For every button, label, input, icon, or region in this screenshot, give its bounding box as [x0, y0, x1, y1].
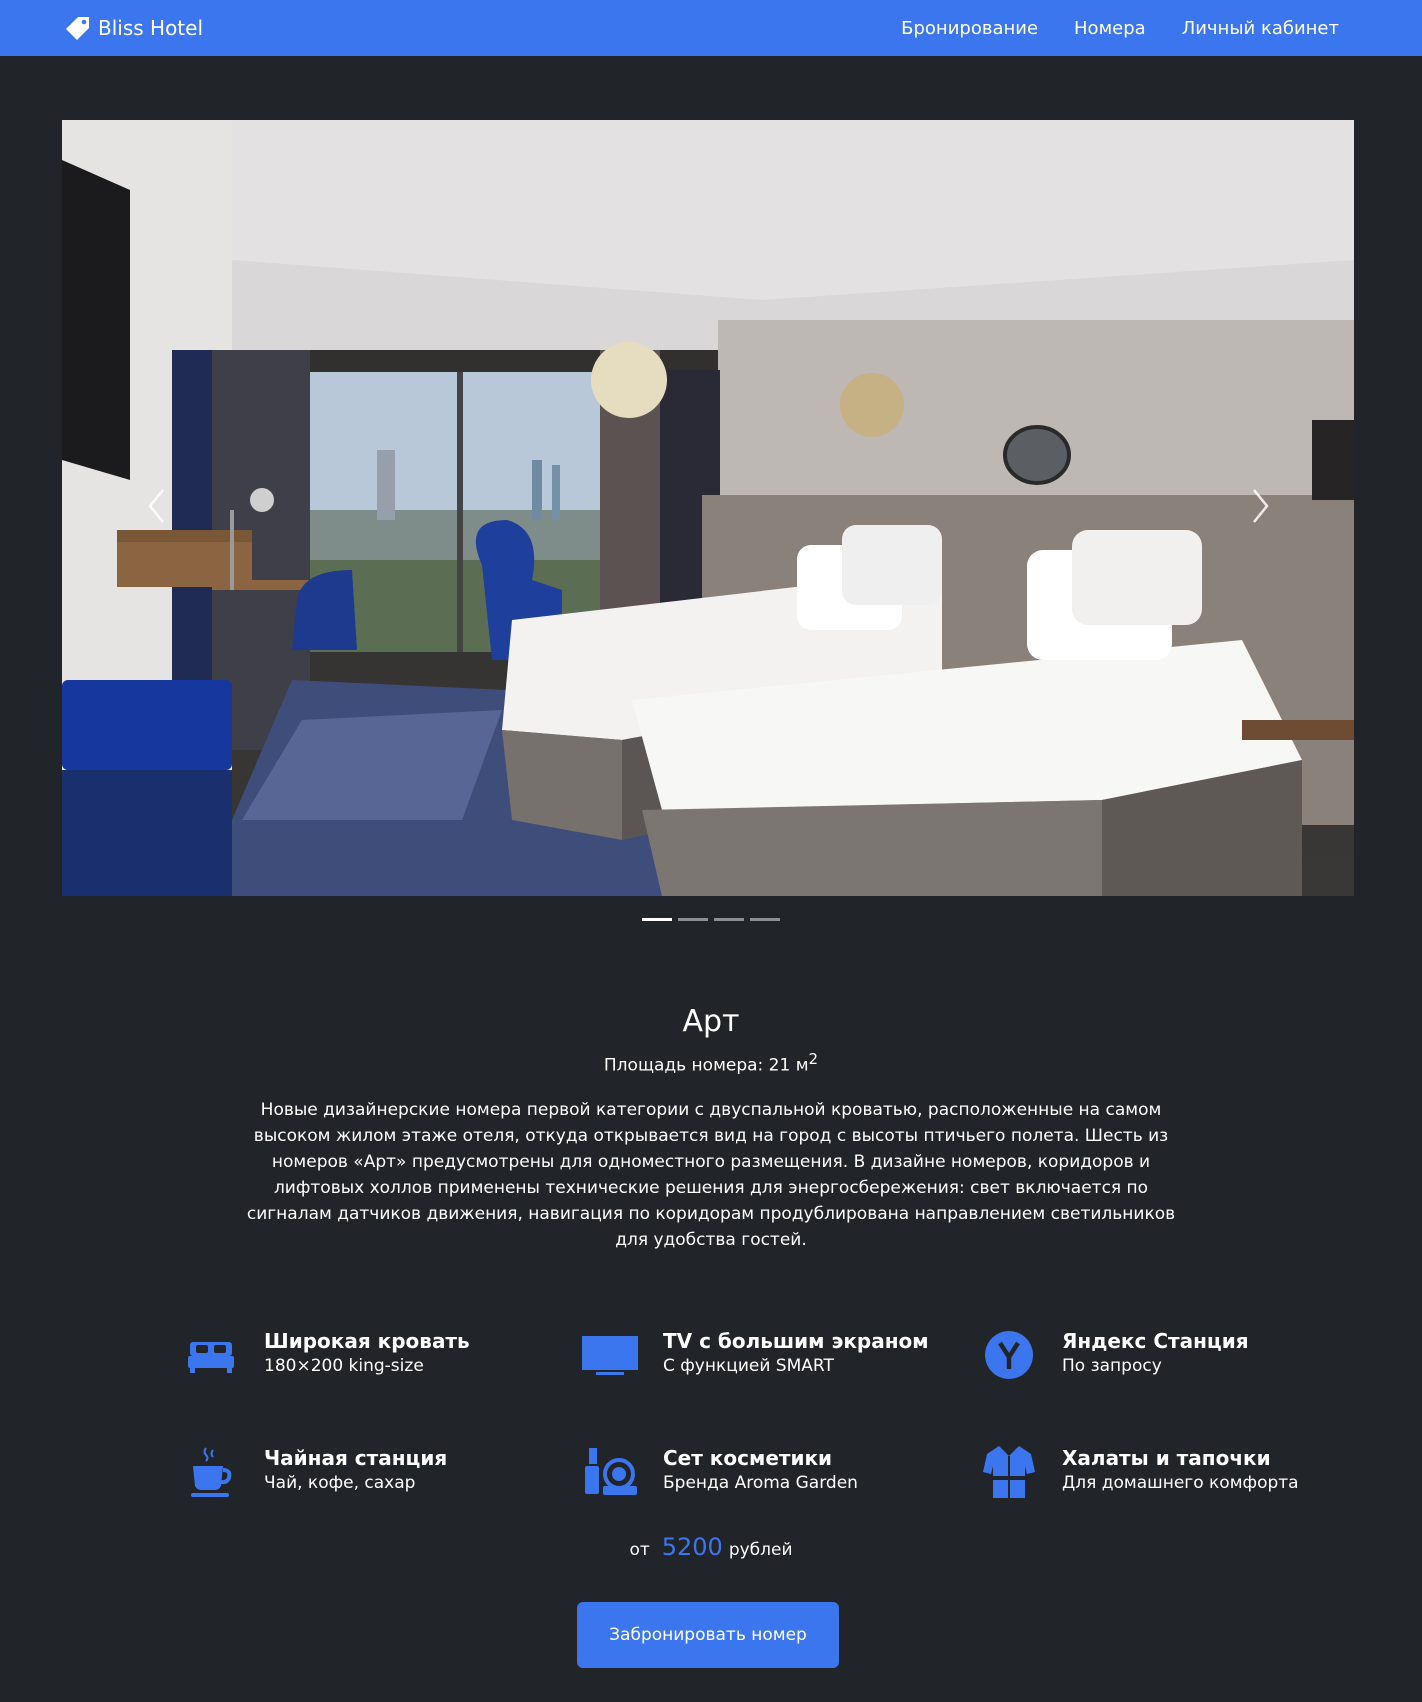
bed-icon	[183, 1325, 239, 1385]
tea-cup-icon	[183, 1442, 239, 1502]
room-area-label: Площадь номера: 21 м	[603, 1055, 809, 1076]
carousel-prev-button[interactable]	[137, 476, 177, 536]
room-photo-carousel	[62, 120, 1354, 896]
feature-subtitle: С функцией SMART	[663, 1356, 834, 1376]
price-amount: 5200	[661, 1533, 723, 1561]
carousel-indicator-1[interactable]	[642, 918, 672, 921]
yandex-station-icon	[981, 1325, 1037, 1385]
feature-title: Халаты и тапочки	[1062, 1446, 1271, 1470]
nav-link-account[interactable]: Личный кабинет	[1182, 18, 1339, 39]
feature-bathrobe: Халаты и тапочки Для домашнего комфорта	[981, 1442, 1341, 1502]
tv-icon	[582, 1325, 638, 1385]
chevron-right-icon	[1253, 489, 1269, 523]
brand-name: Bliss Hotel	[98, 16, 204, 40]
feature-subtitle: 180×200 king-size	[264, 1356, 424, 1376]
price-prefix: от	[629, 1540, 650, 1560]
room-description: Новые дизайнерские номера первой категор…	[246, 1100, 1176, 1250]
brand-link[interactable]: Bliss Hotel	[62, 0, 203, 56]
carousel-indicator-2[interactable]	[678, 918, 708, 921]
carousel-indicator-4[interactable]	[750, 918, 780, 921]
feature-cosmetics: Сет косметики Бренда Aroma Garden	[582, 1442, 942, 1502]
cosmetics-icon	[582, 1442, 638, 1502]
bathrobe-icon	[981, 1442, 1037, 1502]
room-area-sup: 2	[808, 1050, 819, 1068]
feature-title: Яндекс Станция	[1062, 1329, 1249, 1353]
feature-title: Чайная станция	[264, 1446, 448, 1470]
feature-title: TV с большим экраном	[663, 1329, 929, 1353]
feature-subtitle: По запросу	[1062, 1356, 1162, 1376]
feature-yandex-station: Яндекс Станция По запросу	[981, 1325, 1341, 1385]
room-price: от 5200 рублей	[0, 1533, 1422, 1561]
nav-link-booking[interactable]: Бронирование	[901, 18, 1038, 39]
feature-tv: TV с большим экраном С функцией SMART	[582, 1325, 942, 1385]
feature-bed: Широкая кровать 180×200 king-size	[183, 1325, 543, 1385]
book-room-button[interactable]: Забронировать номер	[577, 1602, 839, 1668]
feature-subtitle: Бренда Aroma Garden	[663, 1473, 858, 1493]
room-area: Площадь номера: 21 м2	[0, 1050, 1422, 1076]
price-currency: рублей	[728, 1540, 793, 1560]
carousel-indicator-3[interactable]	[714, 918, 744, 921]
carousel-next-button[interactable]	[1240, 476, 1280, 536]
feature-tea-station: Чайная станция Чай, кофе, сахар	[183, 1442, 543, 1502]
chevron-left-icon	[148, 489, 164, 523]
feature-subtitle: Чай, кофе, сахар	[264, 1473, 416, 1493]
room-photo	[62, 120, 1354, 896]
feature-title: Широкая кровать	[264, 1329, 470, 1353]
nav-links: Бронирование Номера Личный кабинет	[865, 0, 1339, 56]
feature-title: Сет косметики	[663, 1446, 833, 1470]
carousel-indicators	[0, 918, 1422, 921]
navbar: Bliss Hotel Бронирование Номера Личный к…	[0, 0, 1422, 56]
nav-link-rooms[interactable]: Номера	[1074, 18, 1146, 39]
feature-subtitle: Для домашнего комфорта	[1062, 1473, 1299, 1493]
room-title: Арт	[682, 1004, 740, 1039]
tag-icon	[66, 17, 89, 40]
